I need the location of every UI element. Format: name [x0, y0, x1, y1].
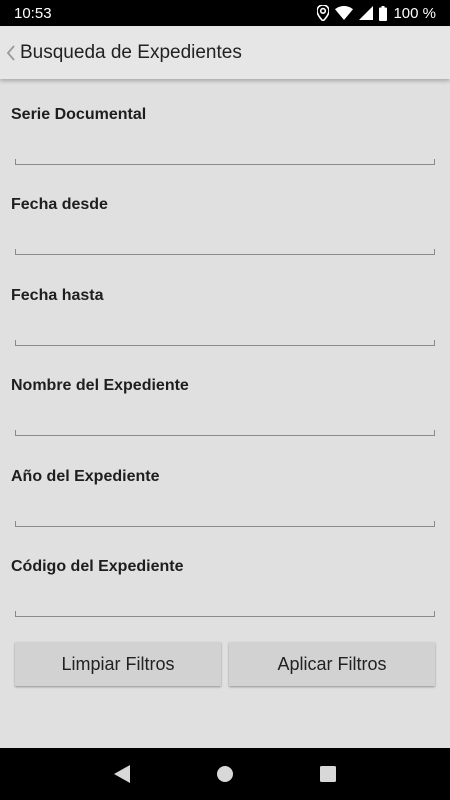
status-bar: 10:53 100 %	[0, 0, 450, 26]
codigo-expediente-input[interactable]	[15, 595, 435, 617]
field-serie-documental: Serie Documental	[0, 79, 450, 169]
field-label: Fecha desde	[11, 196, 108, 213]
field-ano-expediente: Año del Expediente	[0, 441, 450, 531]
wifi-icon	[335, 6, 354, 20]
ano-expediente-input[interactable]	[15, 505, 435, 527]
signal-icon	[359, 6, 374, 20]
app-bar: Busqueda de Expedientes	[0, 26, 450, 79]
apply-filters-button[interactable]: Aplicar Filtros	[229, 642, 435, 686]
battery-percent: 100 %	[393, 4, 436, 22]
field-codigo-expediente: Código del Expediente	[0, 531, 450, 621]
field-nombre-expediente: Nombre del Expediente	[0, 350, 450, 440]
field-label: Código del Expediente	[11, 558, 184, 575]
chevron-left-icon[interactable]	[4, 44, 18, 61]
status-icons: 100 %	[317, 5, 436, 22]
page-title: Busqueda de Expedientes	[20, 41, 242, 63]
fecha-desde-input[interactable]	[15, 233, 435, 255]
nombre-expediente-input[interactable]	[15, 414, 435, 436]
location-icon	[317, 5, 330, 21]
field-label: Fecha hasta	[11, 287, 104, 304]
serie-documental-input[interactable]	[15, 143, 435, 165]
clear-filters-button[interactable]: Limpiar Filtros	[15, 642, 221, 686]
battery-icon	[379, 5, 388, 21]
home-circle-icon[interactable]	[205, 754, 245, 794]
field-fecha-desde: Fecha desde	[0, 169, 450, 259]
field-fecha-hasta: Fecha hasta	[0, 260, 450, 350]
navigation-bar	[0, 748, 450, 800]
field-label: Nombre del Expediente	[11, 377, 189, 394]
status-time: 10:53	[14, 4, 52, 22]
recents-square-icon[interactable]	[308, 754, 348, 794]
field-label: Año del Expediente	[11, 468, 160, 485]
field-label: Serie Documental	[11, 106, 147, 123]
fecha-hasta-input[interactable]	[15, 324, 435, 346]
back-triangle-icon[interactable]	[102, 754, 142, 794]
